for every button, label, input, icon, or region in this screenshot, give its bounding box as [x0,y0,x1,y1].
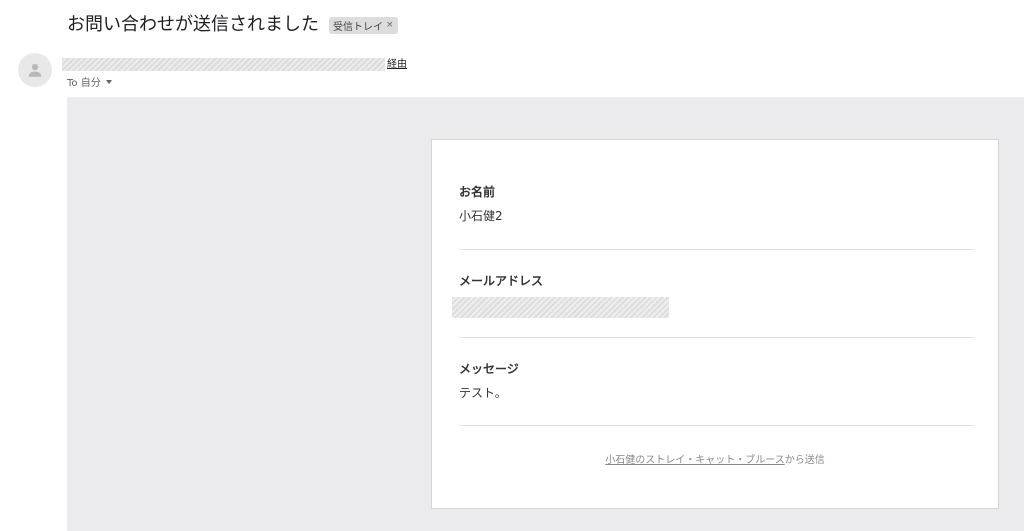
recipient-label: To 自分 [67,78,101,89]
divider [459,337,974,338]
recipient-details-toggle[interactable]: To 自分 [67,74,112,89]
chevron-down-icon [105,79,112,84]
name-label: お名前 [459,185,496,199]
email-subject: お問い合わせが送信されました [67,14,319,35]
sent-from-suffix: から送信 [784,455,825,466]
inbox-label-chip[interactable]: 受信トレイ × [329,16,398,34]
message-field: メッセージ テスト。 [459,361,974,401]
redacted-email-value [452,297,669,318]
email-label: メールアドレス [459,274,544,288]
email-view: お問い合わせが送信されました 受信トレイ × 経由 To 自分 お名前 小石健2… [0,0,1024,531]
name-field: お名前 小石健2 [459,184,974,224]
divider [459,249,974,250]
via-link[interactable]: 経由 [387,59,407,71]
remove-label-icon[interactable]: × [386,20,394,30]
inbox-label-text: 受信トレイ [333,21,383,33]
name-value: 小石健2 [459,209,503,223]
person-icon [28,63,42,77]
sent-from-footer: 小石健のストレイ・キャット・ブルースから送信 [432,451,998,466]
message-value: テスト。 [459,386,507,400]
message-label: メッセージ [459,362,519,376]
redacted-sender-address [62,58,385,71]
form-card: お名前 小石健2 メールアドレス メッセージ テスト。 小石健のストレイ・キャッ… [431,139,999,509]
sender-row: 経由 [62,57,407,71]
sender-avatar [18,53,52,87]
divider [459,425,974,426]
subject-row: お問い合わせが送信されました 受信トレイ × [67,12,398,38]
site-link[interactable]: 小石健のストレイ・キャット・ブルース [605,455,785,466]
email-field: メールアドレス [459,273,974,289]
email-body: お名前 小石健2 メールアドレス メッセージ テスト。 小石健のストレイ・キャッ… [67,97,1024,531]
